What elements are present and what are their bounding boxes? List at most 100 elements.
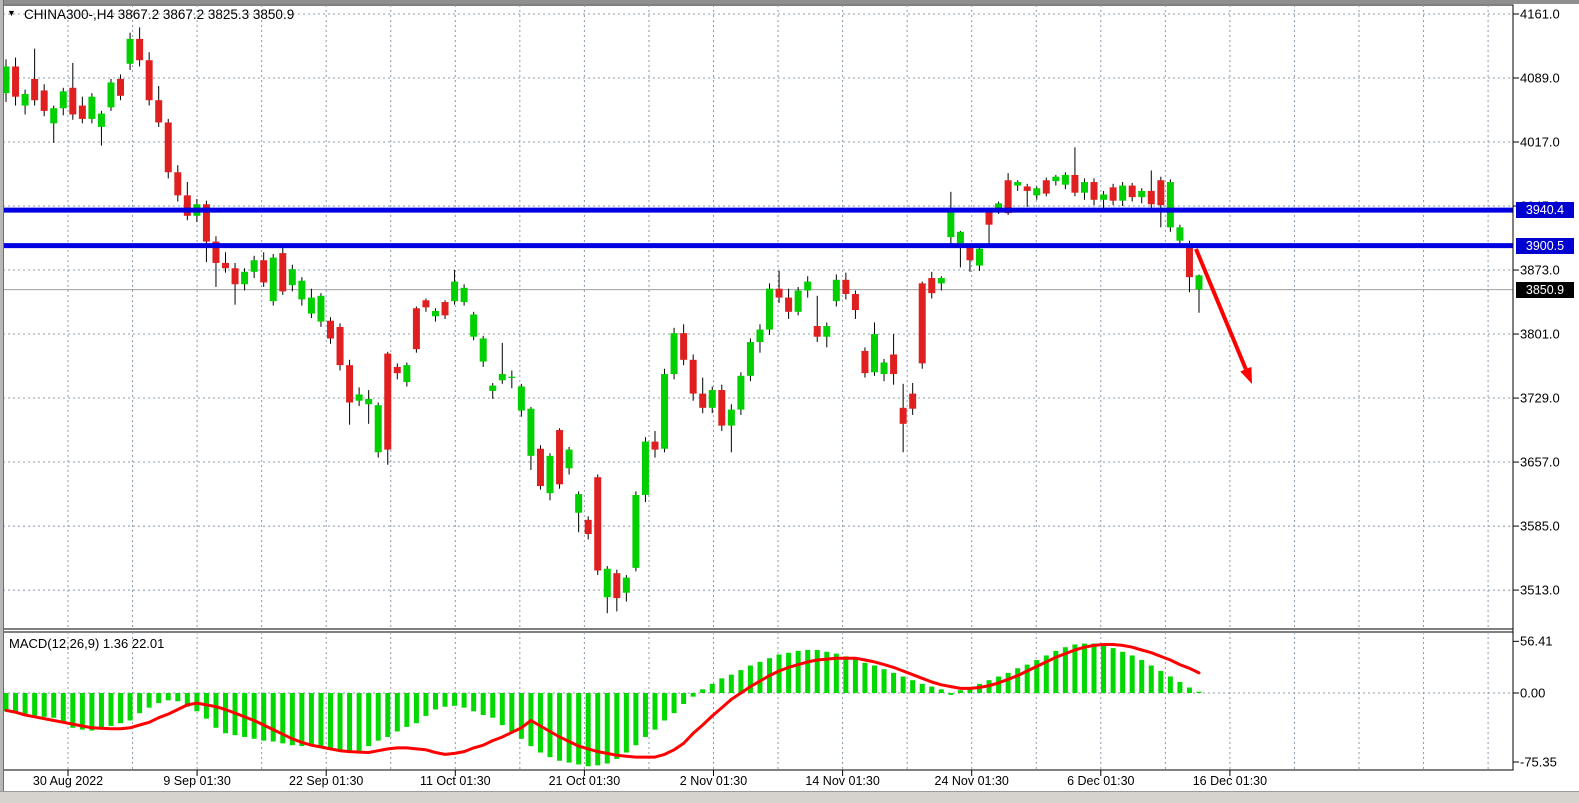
chart-canvas[interactable] [0,0,1579,803]
bear-candle [442,302,449,315]
bull-candle [756,330,763,342]
bear-candle [699,394,706,408]
bear-candle [909,394,916,409]
bull-candle [1081,182,1088,193]
bear-candle [1157,180,1164,205]
macd-bar [433,693,438,709]
macd-axis-label: 0.00 [1520,686,1545,701]
bull-candle [575,494,582,513]
bull-candle [938,278,945,283]
macd-bar [872,666,877,693]
macd-bar [137,693,142,713]
macd-bar [1168,677,1173,693]
bear-candle [1071,175,1078,193]
bull-candle [1033,188,1040,195]
macd-bar [643,693,648,737]
time-axis-label: 30 Aug 2022 [33,774,103,788]
macd-bar [261,693,266,741]
macd-bar [567,693,572,763]
macd-bar [99,693,104,730]
bear-candle [146,60,153,100]
bull-candle [632,495,639,568]
macd-bar [853,659,858,693]
macd-bar [729,675,734,693]
macd-panel[interactable] [3,632,1513,770]
macd-bar [519,693,524,739]
macd-bar [347,693,352,753]
macd-bar [624,693,629,753]
macd-indicator-label: MACD(12,26,9) 1.36 22.01 [9,636,164,651]
macd-bar [51,693,56,718]
bull-candle [947,212,954,237]
bear-candle [31,79,38,100]
macd-bar [357,693,362,751]
macd-bar [42,693,47,717]
macd-bar [719,678,724,693]
macd-bar [500,693,505,725]
bull-candle [747,342,754,376]
bear-candle [814,326,821,337]
macd-bar [595,693,600,765]
time-axis-label: 11 Oct 01:30 [420,774,491,788]
bull-candle [976,249,983,266]
macd-bar [423,693,428,716]
price-badge: 3850.9 [1516,282,1574,298]
main-chart-panel[interactable] [3,5,1513,629]
bull-candle [317,296,324,322]
bear-candle [1091,182,1098,200]
macd-bar [710,684,715,693]
macd-bar [948,693,953,695]
bear-candle [928,278,935,293]
macd-bar [13,693,18,713]
bull-candle [804,282,811,291]
macd-bar [1149,666,1154,693]
bear-candle [594,477,601,570]
bear-candle [327,321,334,339]
time-axis-label: 2 Nov 01:30 [680,774,747,788]
time-axis-label: 9 Sep 01:30 [163,774,230,788]
bull-candle [1119,186,1126,201]
window-left-edge [0,0,4,791]
price-axis-label: 4161.0 [1520,7,1560,22]
macd-bar [557,693,562,761]
bull-candle [871,334,878,372]
macd-bar [929,687,934,693]
bull-candle [642,442,649,495]
bull-candle [375,405,382,452]
bear-candle [1148,191,1155,204]
macd-axis-label: 56.41 [1520,634,1553,649]
bear-candle [41,90,48,110]
macd-bar [1130,655,1135,693]
macd-bar [509,693,514,731]
macd-bar [147,693,152,708]
macd-bar [1006,673,1011,693]
bear-candle [1129,186,1136,198]
bear-candle [260,260,267,282]
macd-bar [414,693,419,723]
bull-candle [661,374,668,449]
bull-candle [308,298,315,314]
bull-candle [289,269,296,285]
macd-bar [910,680,915,693]
bear-candle [394,367,401,373]
bull-candle [823,326,830,337]
macd-bar [61,693,66,723]
macd-bar [223,693,228,733]
symbol-dropdown-triangle-icon[interactable]: ▼ [7,8,16,18]
bear-candle [986,212,993,224]
macd-bar [404,693,409,727]
bull-candle [270,258,277,302]
macd-bar [538,693,543,753]
bear-candle [337,327,344,365]
macd-bar [89,693,94,731]
macd-bar [385,693,390,737]
macd-bar [958,690,963,693]
bear-candle [861,351,868,373]
bear-candle [79,106,86,119]
bear-candle [776,289,783,298]
bear-candle [900,408,907,424]
bear-candle [680,333,687,360]
bear-candle [718,390,725,426]
bear-candle [117,79,124,96]
macd-bar [891,673,896,693]
